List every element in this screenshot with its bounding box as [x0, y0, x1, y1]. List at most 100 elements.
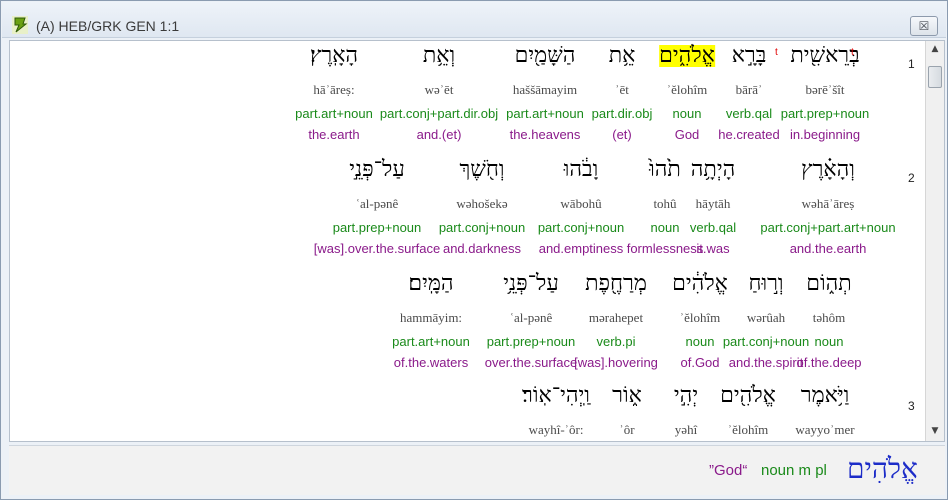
hebrew-word[interactable]: אֱלֹהִ֔ים: [672, 273, 728, 295]
hebrew-word[interactable]: יְהִ֣י: [674, 385, 698, 407]
hebrew-word[interactable]: בְּרֵאשִׁ֖ית: [790, 45, 859, 67]
transliteration: hāytāh: [695, 196, 731, 211]
english-gloss[interactable]: and.the.earth: [790, 241, 867, 256]
app-logo-icon: [12, 16, 28, 34]
hebrew-word[interactable]: וַיֹּ֥אמֶר: [801, 385, 849, 407]
transliteration: bərēʾšît: [805, 82, 845, 97]
verse-number: 1: [908, 57, 915, 71]
verse-number: 3: [908, 399, 915, 413]
hebrew-word[interactable]: אֱלֹהִ֑ים: [659, 45, 715, 67]
english-gloss[interactable]: of.the.deep: [796, 355, 861, 370]
morphology-tag[interactable]: part.art+noun: [506, 106, 584, 121]
english-gloss[interactable]: the.earth: [308, 127, 359, 142]
bible-window: (A) HEB/GRK GEN 1:1 ☒ 1 בְּרֵאשִׁ֖ית t bərē…: [0, 0, 948, 500]
english-gloss[interactable]: of.God: [680, 355, 719, 370]
hebrew-word[interactable]: תְה֑וֹם: [806, 273, 851, 295]
morphology-tag[interactable]: part.dir.obj: [592, 106, 653, 121]
morphology-tag[interactable]: noun: [815, 334, 844, 349]
hebrew-word[interactable]: וְאֵ֥ת: [423, 45, 455, 67]
hebrew-word[interactable]: אֵ֥ת: [609, 45, 636, 67]
transliteration: ʾĕlohîm: [727, 422, 769, 437]
transliteration: wəʾēt: [424, 82, 454, 97]
transliteration: ʿal-pənê: [355, 196, 399, 211]
morphology-tag[interactable]: noun: [673, 106, 702, 121]
transliteration: ʿal-pənê: [509, 310, 553, 325]
interlinear-text-pane[interactable]: 1 בְּרֵאשִׁ֖ית t bərēʾšît part.prep+noun in.b…: [9, 40, 945, 442]
vertical-scrollbar[interactable]: ▲ ▼: [925, 41, 944, 441]
hebrew-word[interactable]: תֹ֙הוּ֙: [649, 159, 681, 181]
transliteration: wayhî-ʾôr:: [528, 422, 584, 437]
transliteration: tohû: [653, 196, 677, 211]
hebrew-word[interactable]: וָבֹ֔הוּ: [564, 159, 599, 181]
hebrew-word[interactable]: א֑וֹר: [612, 385, 642, 407]
english-gloss[interactable]: in.beginning: [790, 127, 860, 142]
word-info-bar: ”God“ noun m pl אֱלֹהִים: [9, 445, 945, 495]
english-gloss[interactable]: God: [675, 127, 700, 142]
transliteration: hāʾāreṣ:: [313, 82, 355, 97]
english-gloss[interactable]: [was].hovering: [574, 355, 658, 370]
transliteration: təhôm: [812, 310, 846, 325]
english-gloss[interactable]: and.(et): [417, 127, 462, 142]
hebrew-word[interactable]: וַֽיְהִי־אֽוֹר׃: [522, 385, 590, 407]
morphology-tag[interactable]: part.prep+noun: [781, 106, 870, 121]
transliteration: mərahepet: [588, 310, 644, 325]
english-gloss[interactable]: the.heavens: [510, 127, 581, 142]
transliteration: bārāʾ: [735, 82, 763, 97]
morphology-tag[interactable]: part.conj+noun: [439, 220, 525, 235]
transliteration: ʾôr: [619, 422, 635, 437]
morphology-tag[interactable]: noun: [686, 334, 715, 349]
hebrew-word[interactable]: עַל־פְּנֵ֣י: [349, 159, 405, 181]
morphology-tag[interactable]: verb.qal: [690, 220, 736, 235]
transliteration: ʾĕlohîm: [679, 310, 721, 325]
hebrew-word[interactable]: וְחֹ֖שֶׁךְ: [459, 159, 504, 181]
scroll-down-arrow-icon[interactable]: ▼: [926, 423, 944, 440]
english-gloss[interactable]: [was].over.the.surface: [314, 241, 440, 256]
transliteration: wābohû: [560, 196, 602, 211]
translation-marker[interactable]: t: [775, 47, 778, 58]
transliteration: ʾĕlohîm: [666, 82, 708, 97]
hebrew-word[interactable]: וְהָאָ֗רֶץ: [801, 159, 855, 181]
english-gloss[interactable]: (et): [612, 127, 632, 142]
morphology-tag[interactable]: part.conj+noun: [538, 220, 624, 235]
status-gloss: ”God“: [709, 462, 748, 479]
hebrew-word[interactable]: הָאָֽרֶץ׃: [310, 45, 358, 67]
close-button[interactable]: ☒: [910, 16, 938, 36]
window-title: (A) HEB/GRK GEN 1:1: [36, 18, 180, 34]
hebrew-word[interactable]: אֱלֹהִ֖ים: [720, 385, 776, 407]
morphology-tag[interactable]: part.art+noun: [295, 106, 373, 121]
english-gloss[interactable]: and.the.spirit: [729, 355, 803, 370]
transliteration: yəhî: [674, 422, 698, 437]
transliteration: wərûah: [746, 310, 786, 325]
hebrew-word[interactable]: הָיְתָ֥ה: [691, 159, 736, 181]
morphology-tag[interactable]: part.prep+noun: [333, 220, 422, 235]
scrollbar-thumb[interactable]: [928, 66, 942, 88]
english-gloss[interactable]: and.emptiness: [539, 241, 624, 256]
transliteration: ʾēt: [615, 82, 629, 97]
hebrew-word[interactable]: הַשָּׁמַ֖יִם: [515, 45, 576, 67]
english-gloss[interactable]: over.the.surface: [485, 355, 578, 370]
verse-number: 2: [908, 171, 915, 185]
morphology-tag[interactable]: verb.qal: [726, 106, 772, 121]
morphology-tag[interactable]: part.conj+part.dir.obj: [380, 106, 498, 121]
title-bar[interactable]: (A) HEB/GRK GEN 1:1 ☒: [2, 2, 946, 38]
english-gloss[interactable]: he.created: [718, 127, 779, 142]
english-gloss[interactable]: of.the.waters: [394, 355, 468, 370]
transliteration: wayyoʾmer: [795, 422, 855, 437]
scroll-up-arrow-icon[interactable]: ▲: [926, 41, 944, 58]
english-gloss[interactable]: formlessness: [627, 241, 704, 256]
morphology-tag[interactable]: noun: [651, 220, 680, 235]
morphology-tag[interactable]: part.conj+noun: [723, 334, 809, 349]
hebrew-word[interactable]: בָּרָ֣א: [732, 45, 767, 67]
hebrew-word[interactable]: מְרַחֶ֖פֶת: [585, 273, 647, 295]
hebrew-word[interactable]: עַל־פְּנֵ֥י: [503, 273, 559, 295]
hebrew-word[interactable]: הַמָּֽיִם׃: [408, 273, 453, 295]
morphology-tag[interactable]: part.conj+part.art+noun: [760, 220, 895, 235]
morphology-tag[interactable]: verb.pi: [596, 334, 635, 349]
translation-marker[interactable]: t: [851, 47, 854, 58]
english-gloss[interactable]: and.darkness: [443, 241, 521, 256]
morphology-tag[interactable]: part.art+noun: [392, 334, 470, 349]
transliteration: wəhāʾāreṣ: [801, 196, 855, 211]
morphology-tag[interactable]: part.prep+noun: [487, 334, 576, 349]
hebrew-word[interactable]: וְר֣וּחַ: [748, 273, 783, 295]
transliteration: haššāmayim: [512, 82, 578, 97]
